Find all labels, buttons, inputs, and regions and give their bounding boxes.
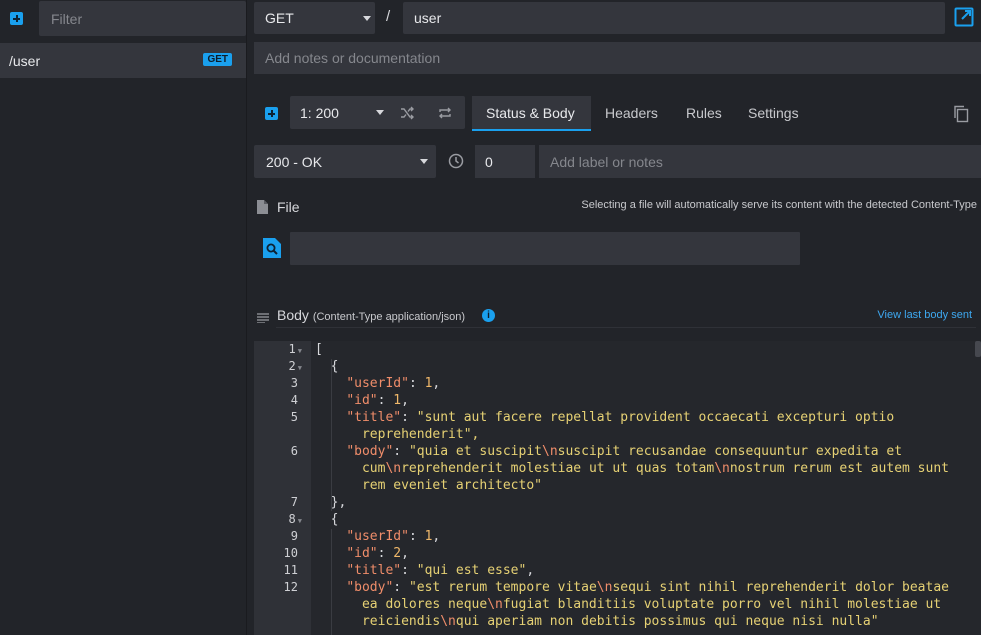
caret-down-icon <box>376 110 384 115</box>
file-search-icon[interactable] <box>263 238 281 261</box>
body-content-type: (Content-Type application/json) <box>312 311 466 323</box>
line-number: 10 <box>283 546 298 560</box>
line-number: 7 <box>290 495 298 509</box>
body-code-editor[interactable]: 1 ▼ 2 ▼ 3 4 5 6 7 8 ▼ 9 10 11 12 [ { "userI… <box>254 341 981 635</box>
routes-sidebar: /user GET <box>0 0 247 635</box>
add-route-icon[interactable] <box>10 12 23 25</box>
code-line: }, <box>315 495 347 510</box>
method-badge: GET <box>203 53 232 66</box>
code-line: ea dolores neque\nfugiat blanditiis volu… <box>315 597 942 612</box>
editor-scrollbar[interactable] <box>975 341 981 357</box>
external-link-icon[interactable] <box>954 7 974 30</box>
line-number: 3 <box>290 376 298 390</box>
file-icon <box>257 200 268 217</box>
code-line: "id": 2, <box>346 546 409 561</box>
fold-arrow-icon: ▼ <box>297 364 302 372</box>
method-select[interactable]: GET <box>254 2 375 34</box>
file-hint-text: Selecting a file will automatically serv… <box>581 199 977 211</box>
method-label: GET <box>265 10 294 26</box>
latency-input[interactable] <box>475 145 535 178</box>
info-icon[interactable]: i <box>482 309 495 322</box>
tab-settings[interactable]: Settings <box>734 96 813 131</box>
shuffle-icon[interactable] <box>400 106 414 123</box>
editor-gutter: 1 ▼ 2 ▼ 3 4 5 6 7 8 ▼ 9 10 11 12 <box>254 341 311 635</box>
code-line: reiciendis\nqui aperiam non debitis poss… <box>315 614 879 629</box>
view-last-body-link[interactable]: View last body sent <box>877 309 972 321</box>
add-response-icon[interactable] <box>265 107 278 120</box>
status-code-label: 200 - OK <box>266 154 323 170</box>
code-line: "userId": 1, <box>346 376 441 391</box>
line-number: 1 ▼ <box>288 342 302 356</box>
body-title-text: Body <box>277 307 309 323</box>
line-number: 8 ▼ <box>288 512 302 526</box>
divider <box>276 327 976 328</box>
tab-status-body[interactable]: Status & Body <box>472 96 591 131</box>
line-number: 9 <box>290 529 298 543</box>
code-line: [ <box>315 342 323 357</box>
code-line: { <box>315 512 339 527</box>
code-line: "title": "sunt aut facere repellat provi… <box>346 410 895 425</box>
duplicate-icon[interactable] <box>953 105 969 126</box>
sidebar-item-user-route[interactable]: /user GET <box>0 43 246 78</box>
line-number: 11 <box>283 563 298 577</box>
clock-icon <box>448 153 464 172</box>
code-content: [ { "userId": 1, "id": 1, "title": "sunt… <box>315 341 975 635</box>
line-number: 4 <box>290 393 298 407</box>
response-select[interactable]: 1: 200 <box>290 96 465 129</box>
tab-headers[interactable]: Headers <box>591 96 672 131</box>
code-line: rem eveniet architecto" <box>315 478 542 493</box>
route-path: /user <box>9 53 41 69</box>
response-select-label: 1: 200 <box>300 105 339 121</box>
path-prefix-slash: / <box>386 8 391 25</box>
code-line: "title": "qui est esse", <box>346 563 535 578</box>
fold-arrow-icon: ▼ <box>297 347 302 355</box>
caret-down-icon <box>363 16 371 21</box>
code-line: cum\nreprehenderit molestiae ut ut quas … <box>315 461 949 476</box>
line-number: 6 <box>290 444 298 458</box>
caret-down-icon <box>420 159 428 164</box>
line-number: 5 <box>290 410 298 424</box>
code-line: "userId": 1, <box>346 529 441 544</box>
repeat-icon[interactable] <box>438 106 452 123</box>
file-section-title: File <box>277 199 300 215</box>
fold-arrow-icon: ▼ <box>297 517 302 525</box>
code-line: "body": "est rerum tempore vitae\nsequi … <box>346 580 949 595</box>
body-lines-icon <box>257 310 269 326</box>
code-line: "body": "quia et suscipit\nsuscipit recu… <box>346 444 903 459</box>
code-line: { <box>315 359 339 374</box>
tab-rules[interactable]: Rules <box>672 96 736 131</box>
route-notes-input[interactable] <box>254 42 981 74</box>
code-line: reprehenderit", <box>315 427 480 442</box>
routes-filter-input[interactable] <box>39 1 246 36</box>
status-code-select[interactable]: 200 - OK <box>254 145 436 178</box>
line-number: 2 ▼ <box>288 359 302 373</box>
response-label-input[interactable] <box>539 145 981 178</box>
endpoint-path-input[interactable] <box>403 2 945 34</box>
body-section-title: Body (Content-Type application/json) <box>277 307 465 323</box>
line-number: 12 <box>283 580 298 594</box>
file-path-input[interactable] <box>290 232 800 265</box>
code-line: "id": 1, <box>346 393 409 408</box>
